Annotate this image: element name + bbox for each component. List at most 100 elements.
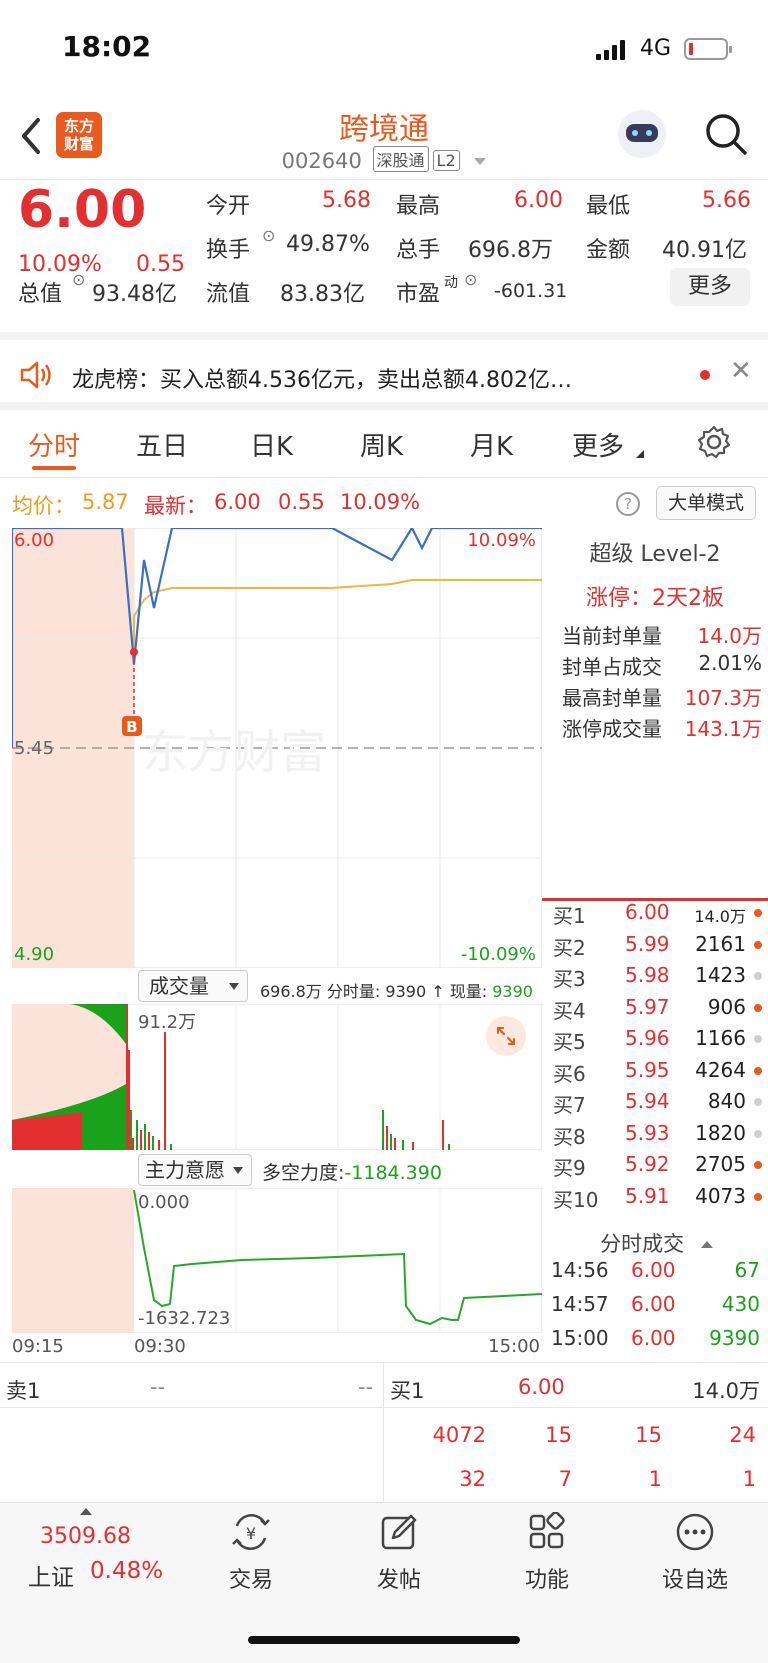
level2-stat-value: 143.1万 [684, 717, 762, 741]
orderbook-row[interactable]: 买2 5.99 2161 [545, 932, 768, 963]
buy1-price: 6.00 [518, 1375, 565, 1399]
corner-triangle-icon [636, 450, 644, 458]
bottom-pct-label: -10.09% [461, 944, 536, 965]
volume-value: 696.8万 [468, 238, 553, 263]
lhb-text: 龙虎榜：买入总额4.536亿元，卖出总额4.802亿… [72, 368, 572, 393]
queue-cell: 15 [635, 1423, 662, 1447]
mktcap-label: 总值 [18, 282, 63, 307]
orderbook-row[interactable]: 买7 5.94 840 [545, 1089, 768, 1120]
level2-stat-value: 14.0万 [697, 624, 762, 648]
orderbook-qty: 906 [707, 994, 746, 1019]
tab-functions[interactable]: 功能 [482, 1511, 612, 1594]
queue-cell: 32 [459, 1467, 486, 1491]
tab-trade[interactable]: ¥ 交易 [186, 1512, 316, 1594]
level2-title[interactable]: 超级 Level-2 [542, 536, 768, 568]
mktcap-value: 93.48亿 [92, 282, 177, 307]
volume-total: 696.8万 [260, 982, 322, 1001]
orderbook-price: 5.92 [625, 1152, 670, 1176]
volume-bar [164, 1032, 166, 1150]
dragon-tiger-banner[interactable]: 龙虎榜：买入总额4.536亿元，卖出总额4.802亿… ✕ [0, 340, 768, 410]
tab-daily-k[interactable]: 日K [250, 426, 293, 463]
close-icon[interactable]: ✕ [730, 356, 752, 386]
current-price: 6.00 [18, 180, 147, 240]
orderbook-row[interactable]: 买3 5.98 1423 [545, 963, 768, 994]
orderbook-row[interactable]: 买4 5.97 906 [545, 995, 768, 1026]
orderbook-row[interactable]: 买6 5.95 4264 [545, 1058, 768, 1089]
flow-value: -1184.390 [344, 1162, 442, 1184]
index-ticker[interactable]: 3509.68 上证 0.48% [18, 1506, 178, 1596]
top-price-label: 6.00 [14, 530, 54, 551]
info-dots-icon[interactable]: ⊙ [464, 270, 477, 289]
tab-more[interactable]: 更多 [572, 426, 624, 463]
expand-icon[interactable] [486, 1016, 526, 1056]
orderbook-level: 买10 [553, 1187, 599, 1212]
trades-header[interactable]: 分时成交 [545, 1228, 768, 1258]
battery-icon [684, 38, 732, 60]
info-dots-icon[interactable]: ⊙ [262, 226, 275, 245]
minute-volume-label: 分时量: [326, 982, 381, 1001]
avg-value: 5.87 [82, 490, 129, 514]
orderbook-level: 买6 [553, 1061, 586, 1086]
amount-label: 金额 [586, 238, 631, 263]
orderbook-qty: 2161 [695, 931, 746, 956]
tab-add-watchlist-label: 设自选 [661, 1568, 728, 1593]
tab-monthly-k[interactable]: 月K [470, 426, 513, 463]
quote-panel: 6.00 10.09% 0.55 今开 5.68 最高 6.00 最低 5.66… [0, 180, 768, 340]
change-value: 0.55 [136, 252, 185, 277]
caret-up-icon [700, 1241, 713, 1248]
volume-stats: 696.8万 分时量: 9390 ↑ 现量: 9390 [260, 978, 533, 1002]
orderbook-dot [754, 1066, 762, 1075]
queue-cell: 15 [545, 1423, 572, 1447]
help-icon[interactable]: ? [616, 492, 640, 516]
limit-up-label: 涨停： [585, 586, 652, 611]
home-indicator [248, 1636, 520, 1644]
tab-five-day[interactable]: 五日 [136, 426, 188, 463]
more-button[interactable]: 更多 [670, 268, 750, 306]
orderbook-dot [754, 1003, 762, 1012]
flow-top-label: 0.000 [138, 1192, 190, 1213]
orderbook-dot [754, 972, 762, 980]
open-label: 今开 [206, 194, 251, 219]
stock-code-row[interactable]: 002640 深股通 L2 [0, 146, 768, 173]
main-force-chart[interactable]: 0.000 -1632.723 [12, 1188, 542, 1333]
orderbook-level: 买1 [553, 904, 586, 928]
flow-selector[interactable]: 主力意愿 [138, 1154, 252, 1186]
orderbook-qty: 1423 [695, 963, 746, 987]
avg-label: 均价： [12, 494, 75, 518]
level2-stat-label: 封单占成交 [562, 655, 662, 679]
amount-value: 40.91亿 [662, 238, 747, 263]
index-value: 3509.68 [40, 1524, 131, 1549]
trade-qty: 430 [721, 1292, 760, 1316]
info-dots-icon[interactable]: ⊙ [72, 270, 85, 289]
settings-gear-icon[interactable] [696, 424, 732, 460]
network-type: 4G [640, 36, 672, 61]
sell1-price: -- [150, 1375, 166, 1399]
tab-functions-label: 功能 [524, 1568, 569, 1593]
orderbook-row[interactable]: 买8 5.93 1820 [545, 1121, 768, 1152]
volume-selector[interactable]: 成交量 [138, 970, 248, 1002]
volume-bar: 成交量 696.8万 分时量: 9390 ↑ 现量: 9390 [12, 968, 542, 1004]
orderbook-level: 买4 [553, 998, 586, 1023]
status-time: 18:02 [62, 30, 152, 63]
volume-bar [148, 1132, 150, 1150]
tab-post[interactable]: 发帖 [334, 1512, 464, 1594]
queue-cell: 7 [558, 1467, 572, 1491]
volume-chart[interactable]: 91.2万 [12, 1004, 542, 1150]
orderbook-level: 买9 [553, 1156, 586, 1180]
trade-time: 14:56 [551, 1258, 609, 1282]
pe-label: 市盈 [396, 282, 441, 307]
orderbook-row[interactable]: 买10 5.91 4073 [545, 1184, 768, 1215]
tab-add-watchlist[interactable]: 设自选 [630, 1512, 760, 1594]
time-axis: 09:15 09:30 15:00 [12, 1336, 542, 1360]
price-info-bar: 均价： 5.87 最新： 6.00 0.55 10.09% ? 大单模式 [0, 478, 768, 526]
orderbook-row[interactable]: 买5 5.96 1166 [545, 1026, 768, 1057]
trade-row: 14:57 6.00 430 [545, 1292, 768, 1326]
tab-intraday[interactable]: 分时 [28, 426, 80, 463]
tab-weekly-k[interactable]: 周K [360, 426, 403, 463]
big-order-mode-button[interactable]: 大单模式 [656, 486, 756, 520]
intraday-price-chart[interactable]: 东方财富 B 6.00 10.09% 5.45 4.90 -10.09% [12, 528, 542, 968]
trade-row: 14:56 6.00 67 [545, 1258, 768, 1292]
top-pct-label: 10.09% [467, 530, 536, 551]
orderbook-row[interactable]: 买1 6.00 14.0万 [545, 900, 768, 931]
orderbook-row[interactable]: 买9 5.92 2705 [545, 1152, 768, 1183]
